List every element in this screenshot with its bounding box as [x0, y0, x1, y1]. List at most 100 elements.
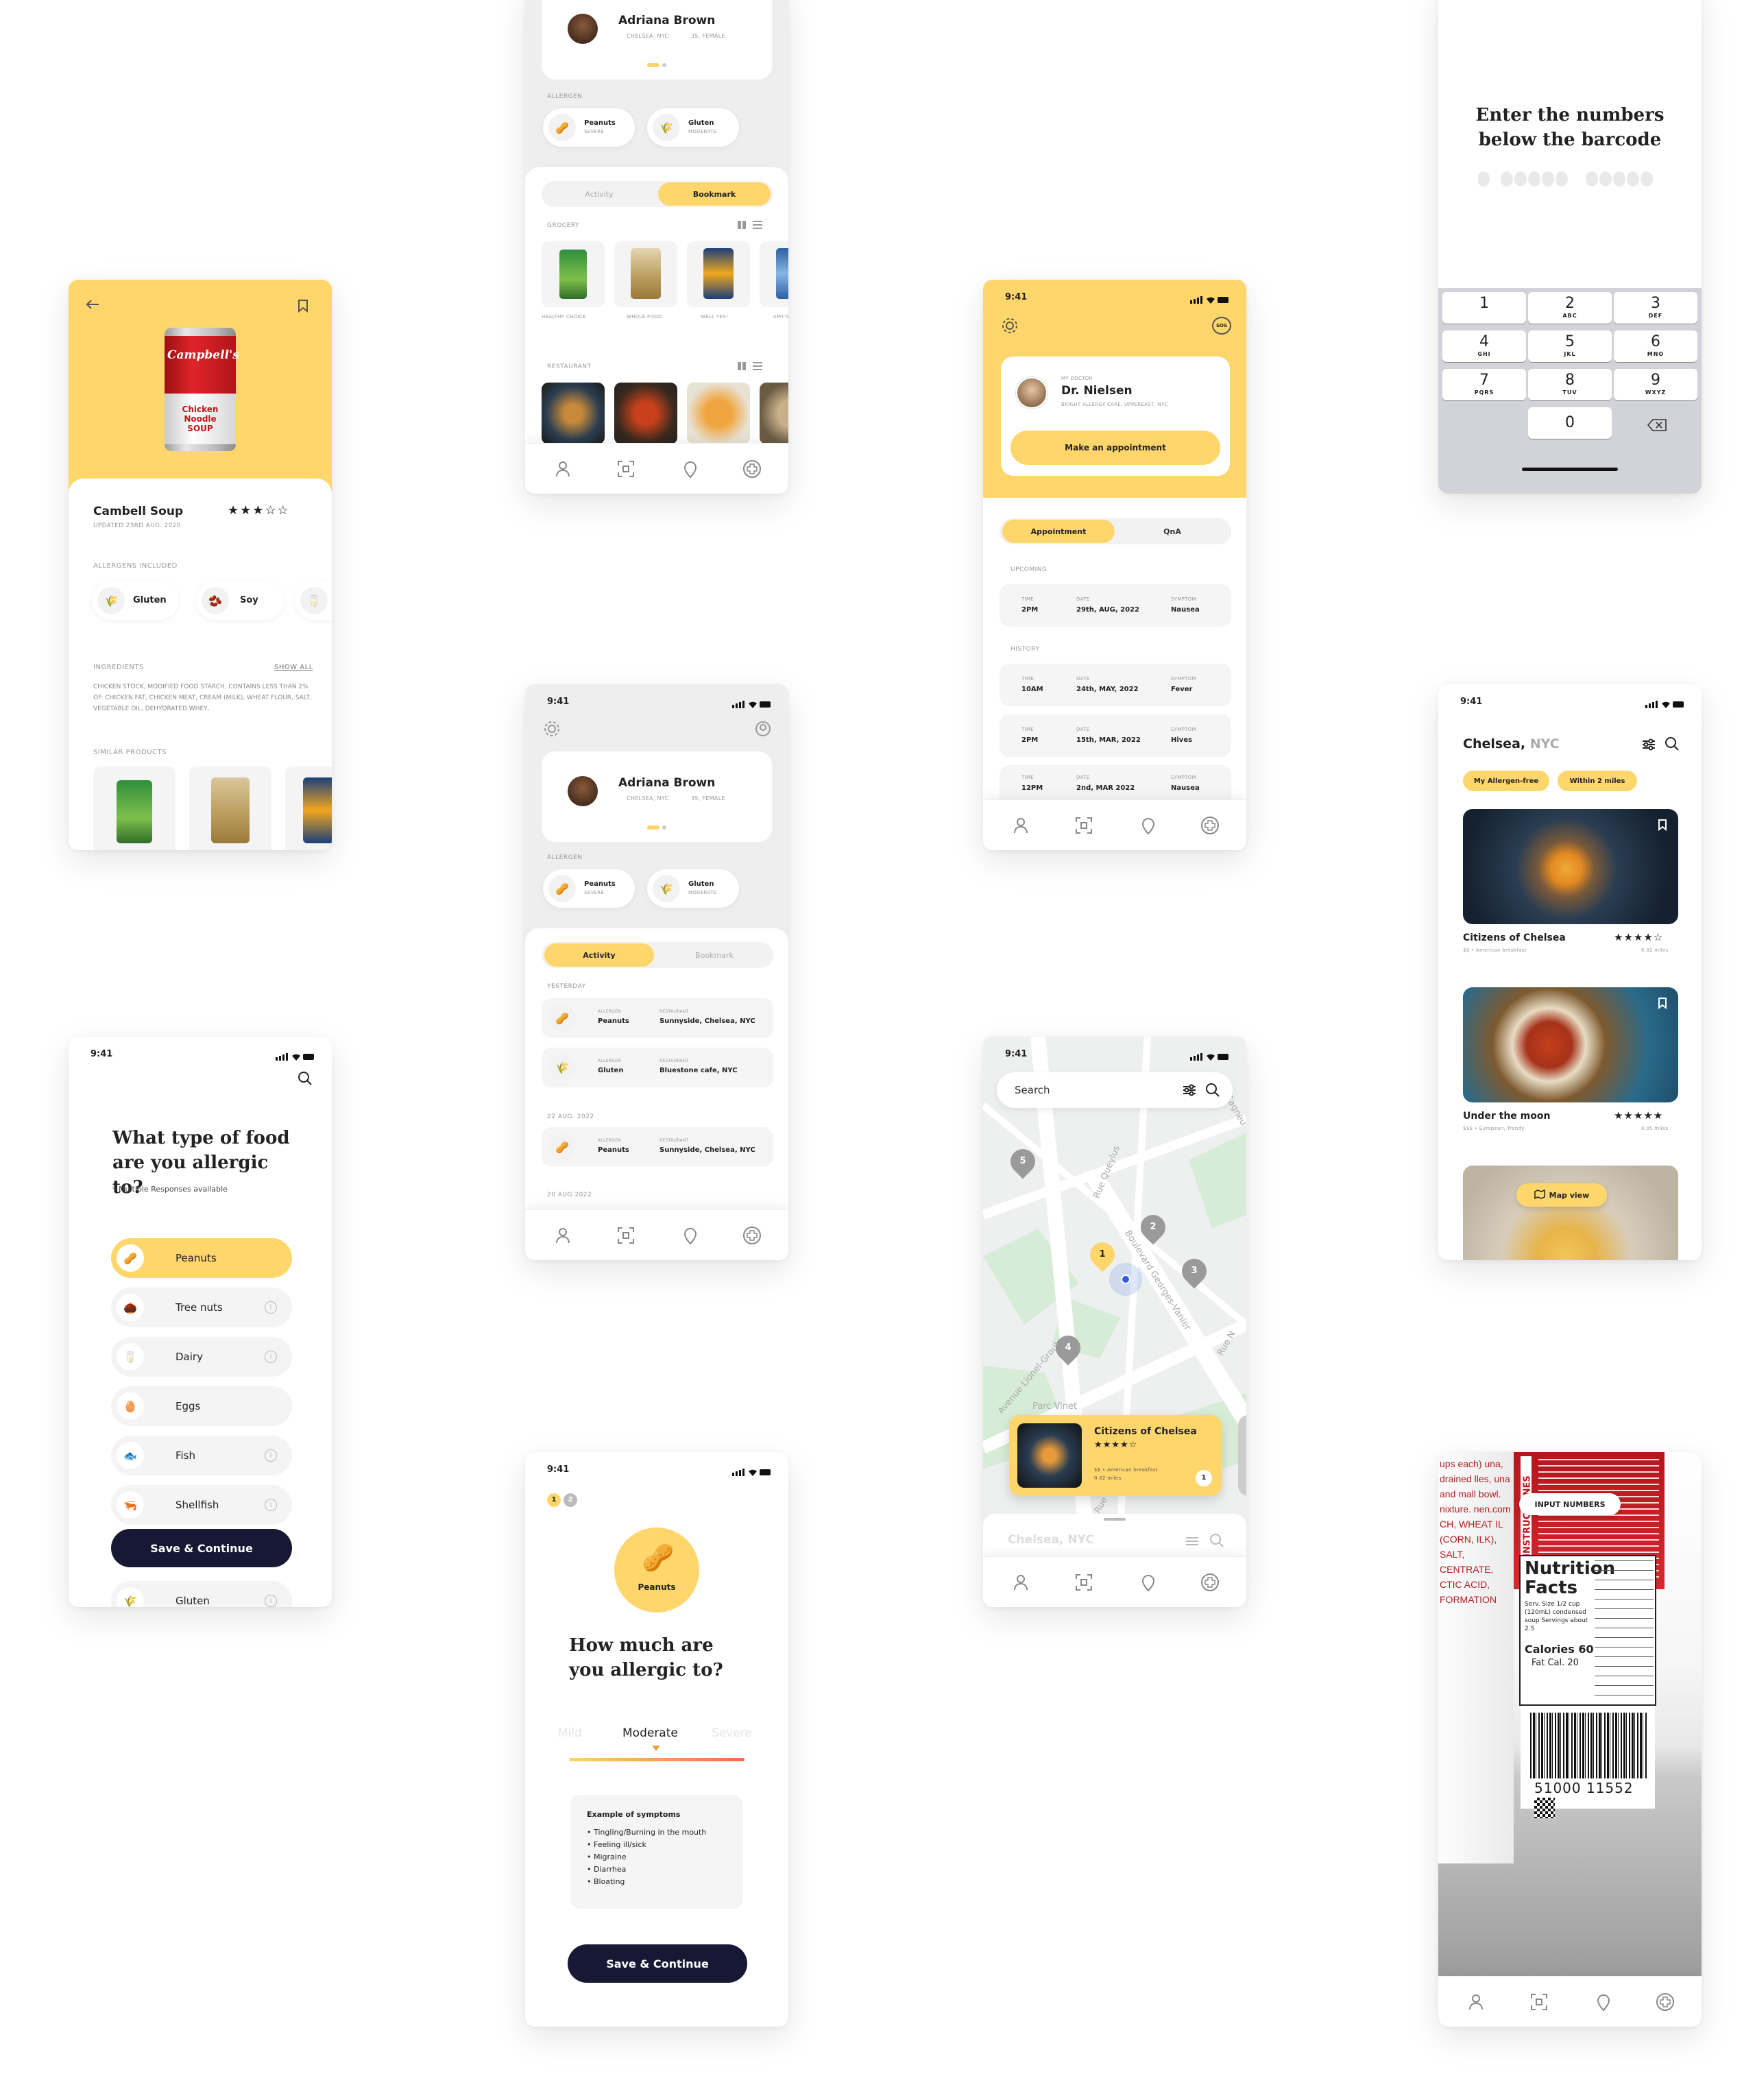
- grid-view-icon[interactable]: [738, 362, 746, 370]
- location-title[interactable]: Chelsea, NYC: [1463, 736, 1560, 751]
- medical-tab-icon[interactable]: [1200, 815, 1220, 836]
- save-continue-button[interactable]: Save & Continue: [111, 1529, 292, 1567]
- severity-mild[interactable]: Mild: [558, 1726, 582, 1740]
- filter-sliders-icon[interactable]: [1185, 1534, 1200, 1551]
- filter-chip-allergen-free[interactable]: My Allergen-free: [1463, 771, 1549, 791]
- save-continue-button[interactable]: Save & Continue: [568, 1944, 747, 1983]
- scan-tab-icon[interactable]: [616, 1225, 636, 1246]
- key-8[interactable]: 8 TUV: [1528, 369, 1612, 400]
- severity-picker[interactable]: Mild Moderate Severe: [558, 1726, 752, 1767]
- sheet-handle[interactable]: [1104, 1518, 1126, 1521]
- tab-appointment[interactable]: Appointment: [1002, 520, 1115, 543]
- allergy-option-peanuts[interactable]: 🥜 Peanuts: [111, 1238, 292, 1278]
- map-view-button[interactable]: Map view: [1516, 1183, 1607, 1207]
- filter-chip-distance[interactable]: Within 2 miles: [1558, 771, 1637, 791]
- allergy-option-tree-nuts[interactable]: 🌰 Tree nuts i: [111, 1288, 292, 1327]
- upcoming-appointment-row[interactable]: TIME 2PM DATE 29th, AUG, 2022 SYMPTOM Na…: [1000, 584, 1231, 627]
- search-icon[interactable]: [298, 1071, 313, 1089]
- backspace-icon[interactable]: [1647, 418, 1667, 435]
- map-tab-icon[interactable]: [1593, 1992, 1614, 2012]
- search-icon[interactable]: [1205, 1083, 1220, 1100]
- sos-chat-icon[interactable]: SOS: [1212, 317, 1231, 335]
- map-pin-4[interactable]: 4: [1050, 1330, 1086, 1366]
- grid-view-icon[interactable]: [738, 221, 746, 229]
- key-6[interactable]: 6 MNO: [1614, 330, 1697, 362]
- allergy-option-dairy[interactable]: 🥛 Dairy i: [111, 1337, 292, 1377]
- info-icon[interactable]: i: [265, 1449, 277, 1462]
- restaurant-thumb-1[interactable]: [542, 383, 605, 444]
- map-pin-3[interactable]: 3: [1176, 1253, 1212, 1289]
- grocery-item-4[interactable]: [760, 241, 788, 307]
- restaurant-photo-2[interactable]: [1463, 987, 1678, 1102]
- bookmark-icon[interactable]: [1658, 997, 1667, 1012]
- make-appointment-button[interactable]: Make an appointment: [1010, 431, 1220, 465]
- allergy-option-fish[interactable]: 🐟 Fish i: [111, 1436, 292, 1475]
- activity-row[interactable]: 🥜 ALLERGEN Peanuts RESTAURANT Sunnyside,…: [542, 998, 773, 1038]
- filter-sliders-icon[interactable]: [1641, 738, 1656, 754]
- tab-activity[interactable]: Activity: [544, 943, 654, 967]
- profile-tab-icon[interactable]: [553, 1225, 573, 1246]
- info-icon[interactable]: i: [265, 1351, 277, 1363]
- history-row-2[interactable]: TIME 2PM DATE 15th, MAR, 2022 SYMPTOM Hi…: [1000, 714, 1231, 757]
- severity-severe[interactable]: Severe: [712, 1726, 752, 1740]
- map-tab-icon[interactable]: [1138, 815, 1159, 836]
- back-arrow-icon[interactable]: [85, 299, 100, 313]
- key-9[interactable]: 9 WXYZ: [1614, 369, 1697, 400]
- restaurant-thumb-3[interactable]: [687, 383, 750, 444]
- profile-tab-icon[interactable]: [1010, 1572, 1031, 1593]
- profile-switch-icon[interactable]: [754, 720, 772, 740]
- restaurant-thumb-2[interactable]: [614, 383, 677, 444]
- search-icon[interactable]: [1209, 1533, 1224, 1551]
- allergen-chip-soy[interactable]: 🫘 Soy: [196, 581, 284, 620]
- allergen-chip-more[interactable]: 🥛: [295, 581, 332, 620]
- list-view-icon[interactable]: [753, 221, 762, 229]
- severity-track[interactable]: [569, 1758, 745, 1761]
- map-tab-icon[interactable]: [680, 1225, 701, 1246]
- tab-bookmark[interactable]: Bookmark: [658, 943, 771, 967]
- scan-tab-icon[interactable]: [1074, 815, 1094, 836]
- map-restaurant-card[interactable]: Citizens of Chelsea ★★★★☆ $$ • American …: [1009, 1415, 1222, 1496]
- restaurant-thumb-4[interactable]: [760, 383, 788, 444]
- grocery-item-2[interactable]: [614, 241, 677, 307]
- similar-product-3[interactable]: [285, 767, 332, 850]
- scan-tab-icon[interactable]: [616, 459, 636, 479]
- profile-allergen-gluten[interactable]: 🌾 Gluten MODERATE: [647, 108, 739, 147]
- scan-tab-icon[interactable]: [1074, 1572, 1094, 1593]
- info-icon[interactable]: i: [265, 1595, 277, 1607]
- camera-view[interactable]: ups each) una, drained lles, una and mal…: [1438, 1452, 1702, 1976]
- restaurant-name[interactable]: Citizens of Chelsea: [1463, 932, 1566, 943]
- bookmark-icon[interactable]: [1658, 819, 1667, 834]
- allergy-option-gluten[interactable]: 🌾 Gluten i: [111, 1581, 292, 1607]
- map-tab-icon[interactable]: [1138, 1572, 1159, 1593]
- profile-tab-icon[interactable]: [1466, 1992, 1486, 2012]
- medical-tab-icon[interactable]: [742, 1225, 762, 1246]
- profile-tab-icon[interactable]: [1010, 815, 1031, 836]
- grocery-item-1[interactable]: [542, 241, 605, 307]
- severity-moderate[interactable]: Moderate: [622, 1726, 678, 1740]
- map-tab-icon[interactable]: [680, 459, 701, 479]
- map-card-next-peek[interactable]: [1238, 1415, 1246, 1496]
- restaurant-name[interactable]: Under the moon: [1463, 1111, 1550, 1122]
- tab-bookmark[interactable]: Bookmark: [658, 182, 771, 206]
- step-indicator-2[interactable]: 2: [564, 1493, 577, 1507]
- key-7[interactable]: 7 PQRS: [1442, 369, 1526, 400]
- profile-allergen-gluten[interactable]: 🌾 Gluten MODERATE: [647, 869, 739, 908]
- activity-row[interactable]: 🥜 ALLERGEN Peanuts RESTAURANT Sunnyside,…: [542, 1127, 773, 1167]
- key-0[interactable]: 0: [1528, 407, 1612, 439]
- map-pin-5[interactable]: 5: [1005, 1144, 1041, 1179]
- scan-tab-icon[interactable]: [1529, 1992, 1549, 2012]
- key-1[interactable]: 1: [1442, 292, 1526, 324]
- medical-tab-icon[interactable]: [1655, 1992, 1675, 2012]
- search-icon[interactable]: [1665, 736, 1680, 754]
- tab-activity[interactable]: Activity: [542, 182, 657, 206]
- profile-tab-icon[interactable]: [553, 459, 573, 479]
- info-icon[interactable]: i: [265, 1301, 277, 1314]
- profile-allergen-peanuts[interactable]: 🥜 Peanuts SEVERE: [543, 869, 635, 908]
- restaurant-photo-3[interactable]: [1463, 1166, 1678, 1260]
- info-icon[interactable]: i: [265, 1499, 277, 1511]
- medical-tab-icon[interactable]: [742, 459, 762, 479]
- input-numbers-button[interactable]: INPUT NUMBERS: [1519, 1493, 1621, 1515]
- profile-allergen-peanuts[interactable]: 🥜 Peanuts SEVERE: [543, 108, 635, 147]
- settings-gear-icon[interactable]: [1001, 317, 1019, 337]
- key-3[interactable]: 3 DEF: [1614, 292, 1697, 324]
